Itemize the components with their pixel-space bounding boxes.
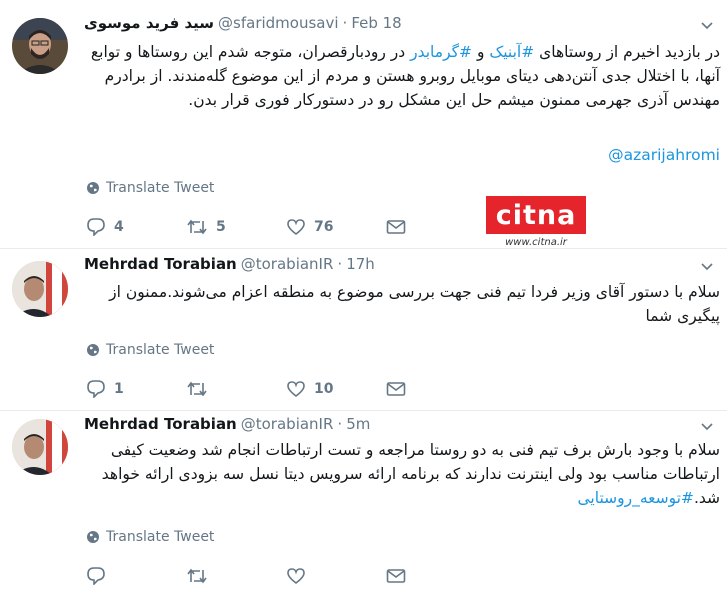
tweet-header: سید فرید موسوی @sfaridmousavi · Feb 18 [84,14,402,32]
tweet-header: Mehrdad Torabian @torabianIR · 5m [84,415,370,433]
citna-watermark-logo: citna www.citna.ir [486,196,586,251]
avatar[interactable] [12,18,68,74]
tweet-text: سلام با دستور آقای وزیر فردا تیم فنی جهت… [109,283,720,325]
globe-icon [87,182,99,194]
globe-icon [87,531,99,543]
display-name[interactable]: سید فرید موسوی [84,14,214,32]
retweet-button[interactable] [186,567,286,585]
retweet-count: 5 [216,219,226,235]
chevron-down-icon[interactable] [701,421,713,433]
tweet-actions: 1 10 [86,380,486,398]
tweet-body-segment: در بازدید اخیرم از روستاهای [534,43,720,61]
like-button[interactable] [286,567,386,585]
reply-icon [87,567,105,585]
tweet-3: Mehrdad Torabian @torabianIR · 5m سلام ب… [0,411,727,604]
heart-icon [287,381,305,398]
translate-tweet-link[interactable]: Translate Tweet [86,180,214,196]
retweet-icon [187,568,207,584]
envelope-icon [386,382,406,396]
separator-dot: · [337,255,343,273]
like-count: 10 [314,381,334,397]
translate-label: Translate Tweet [106,342,215,358]
separator-dot: · [342,14,348,32]
tweet-actions: 4 5 76 [86,218,486,236]
dm-button[interactable] [386,568,486,584]
retweet-button[interactable]: 5 [186,218,286,236]
display-name[interactable]: Mehrdad Torabian [84,255,237,273]
reply-button[interactable]: 1 [86,380,186,398]
like-button[interactable]: 76 [286,218,386,236]
watermark-url: www.citna.ir [505,237,567,248]
tweet-text: سلام با وجود بارش برف تیم فنی به دو روست… [84,438,720,510]
tweet-header: Mehrdad Torabian @torabianIR · 17h [84,255,375,273]
retweet-icon [187,381,207,397]
separator-dot: · [337,415,343,433]
envelope-icon [386,569,406,583]
like-count: 76 [314,219,334,235]
hashtag-link[interactable]: #آبنیک [489,43,534,61]
tweet-actions [86,567,486,585]
envelope-icon [386,220,406,234]
translate-label: Translate Tweet [106,529,215,545]
tweet-body-segment: و [472,43,490,61]
heart-icon [287,568,305,585]
reply-button[interactable]: 4 [86,218,186,236]
chevron-down-icon[interactable] [701,20,713,32]
like-button[interactable]: 10 [286,380,386,398]
display-name[interactable]: Mehrdad Torabian [84,415,237,433]
dm-button[interactable] [386,381,486,397]
hashtag-link[interactable]: #گرمابدر [410,43,472,61]
reply-button[interactable] [86,567,186,585]
retweet-icon [187,219,207,235]
mention-line: @azarijahromi [84,143,720,167]
watermark-brand: citna [486,196,586,234]
tweet-2: Mehrdad Torabian @torabianIR · 17h سلام … [0,249,727,410]
globe-icon [87,344,99,356]
reply-count: 4 [114,219,124,235]
tweet-1: سید فرید موسوی @sfaridmousavi · Feb 18 د… [0,0,727,248]
dm-button[interactable] [386,219,486,235]
user-handle[interactable]: @torabianIR [241,415,334,433]
timestamp[interactable]: 5m [346,415,370,433]
timestamp[interactable]: 17h [346,255,375,273]
timestamp[interactable]: Feb 18 [351,14,401,32]
translate-label: Translate Tweet [106,180,215,196]
translate-tweet-link[interactable]: Translate Tweet [86,529,214,545]
mention-link[interactable]: @azarijahromi [608,146,720,164]
user-handle[interactable]: @torabianIR [241,255,334,273]
avatar[interactable] [12,419,68,475]
chevron-down-icon[interactable] [701,261,713,273]
translate-tweet-link[interactable]: Translate Tweet [86,342,214,358]
retweet-button[interactable] [186,380,286,398]
user-handle[interactable]: @sfaridmousavi [218,14,339,32]
hashtag-link[interactable]: #توسعه_روستایی [578,489,694,507]
heart-icon [287,219,305,236]
tweet-text: در بازدید اخیرم از روستاهای #آبنیک و #گر… [84,40,720,112]
avatar[interactable] [12,261,68,317]
reply-count: 1 [114,381,124,397]
reply-icon [87,380,105,398]
reply-icon [87,218,105,236]
